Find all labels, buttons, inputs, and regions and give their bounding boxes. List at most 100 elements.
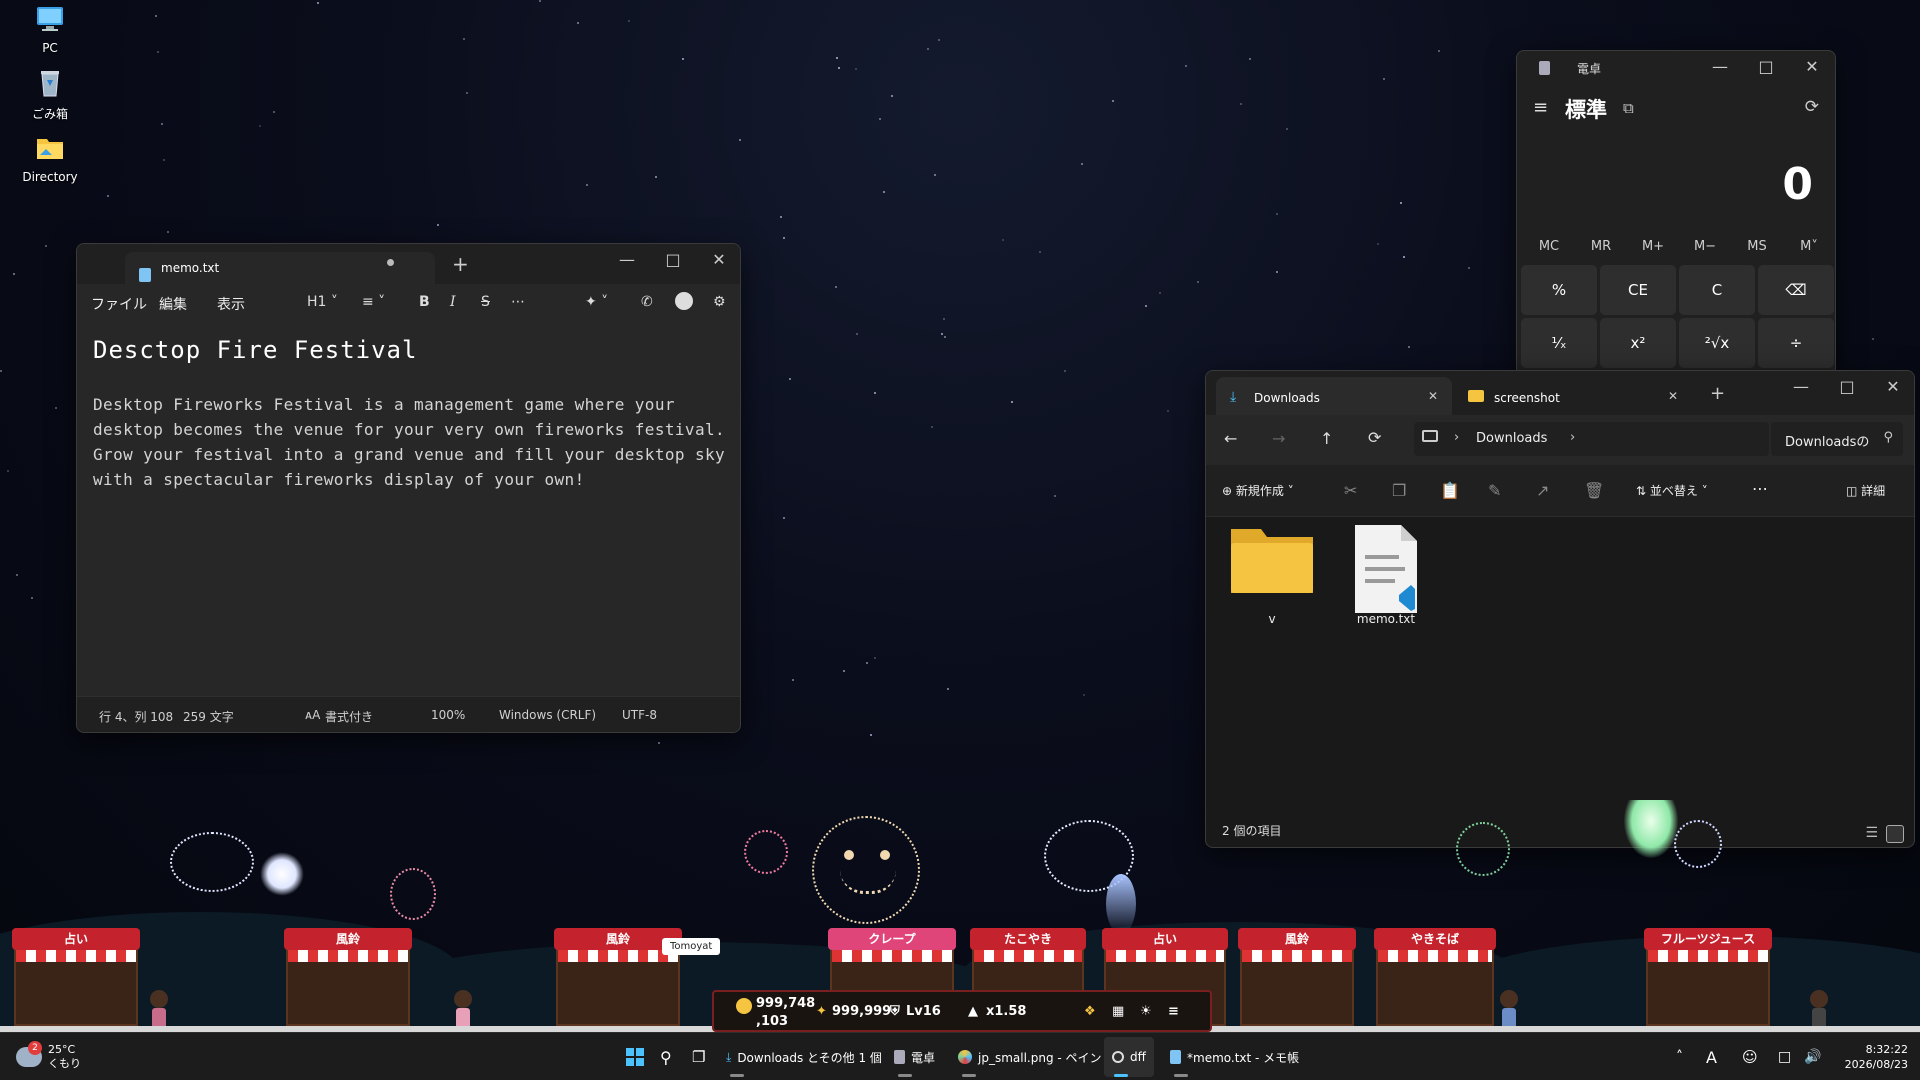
file-explorer-window[interactable]: ⤓ Downloads ✕ screenshot ✕ + — □ ✕ ← → ↑… (1205, 370, 1915, 848)
encoding[interactable]: UTF-8 (622, 708, 657, 722)
menu-view[interactable]: 表示 (217, 294, 245, 314)
delete-icon[interactable]: 🗑 (1584, 481, 1604, 500)
search-icon[interactable]: ⚲ (660, 1033, 672, 1080)
address-bar[interactable]: › Downloads › (1414, 422, 1769, 456)
close-tab-icon[interactable]: ✕ (1428, 389, 1438, 403)
copilot-icon[interactable]: ✦ ˅ (585, 294, 608, 310)
taskbar-app-dff[interactable]: dff (1104, 1037, 1154, 1077)
notepad-tab[interactable]: memo.txt (125, 252, 435, 284)
keep-on-top-icon[interactable]: ⧉ (1623, 99, 1634, 117)
settings-gear-icon[interactable]: ⚙ (713, 294, 726, 310)
history-icon[interactable]: ⟳ (1805, 97, 1819, 117)
sort-button[interactable]: ⇅ 並べ替え ˅ (1636, 482, 1708, 499)
share-icon[interactable]: ↗ (1536, 481, 1549, 500)
minimize-button[interactable]: — (1697, 51, 1743, 81)
file-item-memo[interactable]: memo.txt (1334, 521, 1438, 626)
game-hud[interactable]: 999,748 ,103 ✦ 999,999 ⛨ Lv16 ▲ x1.58 ❖ … (712, 990, 1212, 1032)
brightness-icon[interactable]: ☀ (1140, 1004, 1152, 1019)
rename-icon[interactable]: ✎ (1488, 481, 1501, 500)
heading-dropdown[interactable]: H1 ˅ (307, 294, 338, 310)
weather-widget[interactable]: 2 25°C くもり (16, 1033, 81, 1080)
hamburger-menu-icon[interactable]: ≡ (1533, 97, 1548, 118)
square-key[interactable]: x² (1600, 318, 1676, 368)
forward-arrow-icon[interactable]: → (1272, 429, 1285, 448)
memory-subtract-button[interactable]: M− (1679, 239, 1731, 254)
desktop-icon-directory[interactable]: Directory (8, 133, 92, 184)
close-button[interactable]: ✕ (1870, 371, 1914, 401)
format-mode[interactable]: 書式付き (325, 708, 373, 725)
line-ending[interactable]: Windows (CRLF) (499, 708, 596, 722)
clear-key[interactable]: C (1679, 265, 1755, 315)
menu-file[interactable]: ファイル (91, 294, 147, 314)
taskbar-app-calculator[interactable]: 電卓 (894, 1033, 935, 1080)
start-button[interactable] (626, 1033, 644, 1080)
maximize-button[interactable]: □ (650, 244, 696, 274)
copilot-icon[interactable]: ☺ (1742, 1033, 1758, 1080)
menu-edit[interactable]: 編集 (159, 294, 187, 314)
folder-item-v[interactable]: v (1220, 521, 1324, 626)
new-tab-button[interactable]: + (452, 252, 469, 276)
strikethrough-icon[interactable]: S (481, 294, 490, 310)
menu-icon[interactable]: ≡ (1168, 1004, 1179, 1019)
pin-icon[interactable]: ❖ (1084, 1004, 1096, 1019)
calculator-window[interactable]: 電卓 — □ ✕ ≡ 標準 ⧉ ⟳ 0 MC MR M+ M− MS M˅ % … (1516, 50, 1836, 380)
new-button[interactable]: ⊕ 新規作成 ˅ (1222, 482, 1294, 499)
volume-icon[interactable]: 🔊 (1804, 1033, 1821, 1080)
memory-recall-button[interactable]: MR (1575, 239, 1627, 254)
show-hidden-icons-chevron-icon[interactable]: ˄ (1676, 1033, 1683, 1080)
breadcrumb-downloads[interactable]: Downloads (1476, 431, 1547, 446)
taskbar-app-paint[interactable]: jp_small.png - ペイント (958, 1033, 1114, 1080)
minimize-button[interactable]: — (604, 244, 650, 274)
task-view-icon[interactable]: ❐ (692, 1033, 705, 1080)
up-arrow-icon[interactable]: ↑ (1320, 429, 1333, 448)
bold-icon[interactable]: B (419, 294, 430, 310)
clock[interactable]: 8:32:22 2026/08/23 (1838, 1033, 1908, 1080)
maximize-button[interactable]: □ (1743, 51, 1789, 81)
reciprocal-key[interactable]: ¹⁄ₓ (1521, 318, 1597, 368)
clear-entry-key[interactable]: CE (1600, 265, 1676, 315)
zoom-level[interactable]: 100% (431, 708, 465, 722)
building-icon[interactable]: ▦ (1112, 1004, 1124, 1019)
breadcrumb-chevron-icon[interactable]: › (1570, 430, 1575, 445)
document-body[interactable]: Desktop Fireworks Festival is a manageme… (93, 392, 733, 492)
square-root-key[interactable]: ²√x (1679, 318, 1755, 368)
notepad-window[interactable]: memo.txt + — □ ✕ ファイル 編集 表示 H1 ˅ ≡ ˅ B I… (76, 243, 741, 733)
account-avatar-icon[interactable] (675, 292, 693, 310)
memory-list-button[interactable]: M˅ (1783, 239, 1835, 254)
search-input[interactable]: Downloadsの ⚲ (1771, 422, 1903, 456)
desktop-icon-pc[interactable]: PC (8, 4, 92, 55)
details-pane-button[interactable]: ◫ 詳細 (1846, 482, 1885, 499)
close-tab-icon[interactable]: ✕ (1668, 389, 1678, 403)
refresh-icon[interactable]: ⟳ (1368, 428, 1381, 447)
close-button[interactable]: ✕ (696, 244, 740, 274)
more-icon[interactable]: ⋯ (511, 294, 525, 310)
divide-key[interactable]: ÷ (1758, 318, 1834, 368)
notepad-titlebar[interactable]: memo.txt + — □ ✕ (77, 244, 740, 284)
announcement-icon[interactable]: ✆ (641, 294, 653, 310)
italic-icon[interactable]: I (450, 294, 456, 310)
explorer-tabbar[interactable]: ⤓ Downloads ✕ screenshot ✕ + — □ ✕ (1206, 371, 1914, 415)
memory-add-button[interactable]: M+ (1627, 239, 1679, 254)
taskbar-app-explorer[interactable]: ⤓ Downloads とその他 1 個 (726, 1033, 882, 1080)
minimize-button[interactable]: — (1778, 371, 1824, 401)
network-icon[interactable]: □ (1778, 1033, 1791, 1080)
new-tab-button[interactable]: + (1710, 383, 1725, 404)
backspace-key[interactable]: ⌫ (1758, 265, 1834, 315)
memory-clear-button[interactable]: MC (1523, 239, 1575, 254)
copy-icon[interactable]: ❐ (1392, 481, 1406, 500)
desktop-icon-recycle-bin[interactable]: ごみ箱 (8, 68, 92, 122)
document-title-line[interactable]: Desctop Fire Festival (93, 336, 417, 364)
memory-store-button[interactable]: MS (1731, 239, 1783, 254)
explorer-tab-screenshot[interactable]: screenshot ✕ (1456, 377, 1692, 415)
list-dropdown-icon[interactable]: ≡ ˅ (362, 294, 385, 310)
maximize-button[interactable]: □ (1824, 371, 1870, 401)
cut-icon[interactable]: ✂ (1344, 481, 1357, 500)
percent-key[interactable]: % (1521, 265, 1597, 315)
ime-indicator[interactable]: A (1706, 1033, 1717, 1080)
close-button[interactable]: ✕ (1789, 51, 1835, 81)
back-arrow-icon[interactable]: ← (1224, 429, 1237, 448)
taskbar-app-notepad[interactable]: *memo.txt - メモ帳 (1170, 1033, 1299, 1080)
paste-icon[interactable]: 📋 (1440, 481, 1460, 500)
more-options-icon[interactable]: ⋯ (1752, 479, 1768, 498)
explorer-tab-downloads[interactable]: ⤓ Downloads ✕ (1216, 377, 1452, 415)
